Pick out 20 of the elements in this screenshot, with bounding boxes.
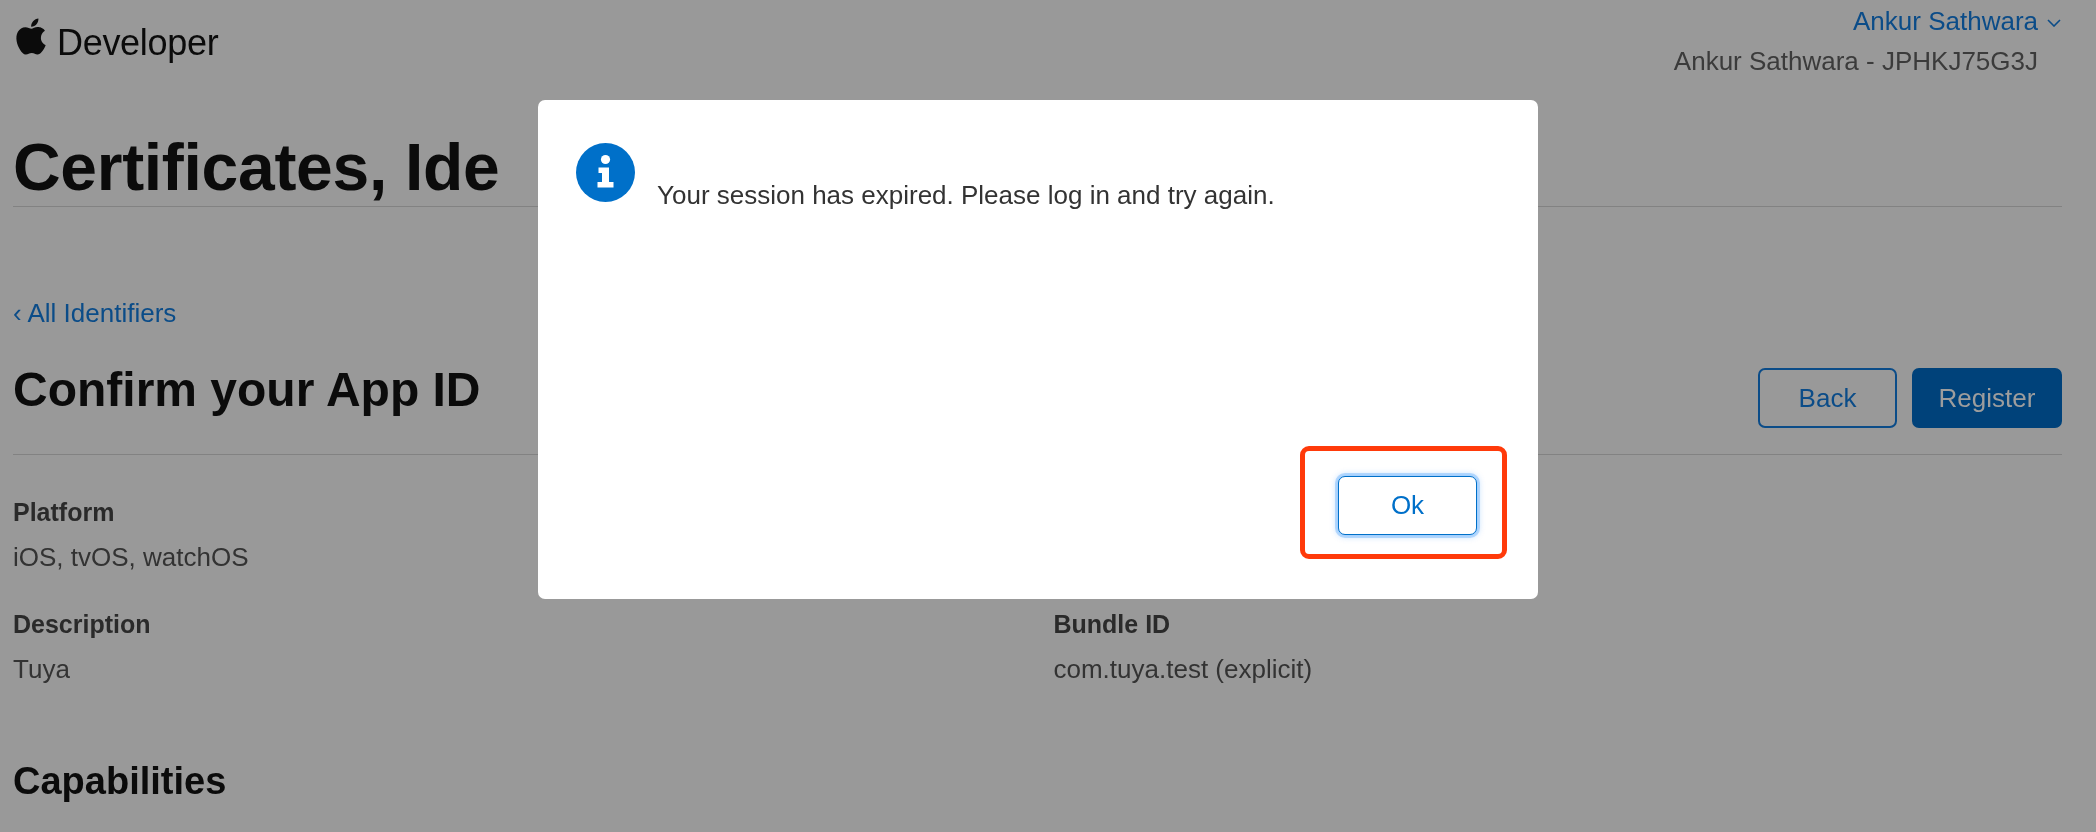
team-name: Ankur Sathwara - JPHKJ75G3J [1673,46,2038,76]
account-menu[interactable]: Ankur Sathwara [1853,6,2061,36]
page-heading: Confirm your App ID [13,362,481,418]
field-label: Description [13,609,151,640]
field-value: com.tuya.test (explicit) [1053,653,1313,685]
page-title: Certificates, Ide [13,129,500,205]
site-title[interactable]: Developer [57,23,219,63]
field-label: Platform [13,497,115,528]
chevron-down-icon [2047,19,2061,27]
field-label: Bundle ID [1053,609,1171,640]
dialog-message: Your session has expired. Please log in and try again. [657,179,1275,211]
field-value: Tuya [13,653,70,685]
apple-icon [14,18,46,55]
back-link[interactable]: ‹ All Identifiers [13,298,177,328]
info-icon [576,143,635,202]
field-value: iOS, tvOS, watchOS [13,541,249,573]
section-heading: Capabilities [13,759,227,804]
dialog-button[interactable]: Ok [1338,476,1477,535]
secondary-button[interactable]: Back [1758,368,1897,428]
primary-button[interactable]: Register [1912,368,2062,428]
